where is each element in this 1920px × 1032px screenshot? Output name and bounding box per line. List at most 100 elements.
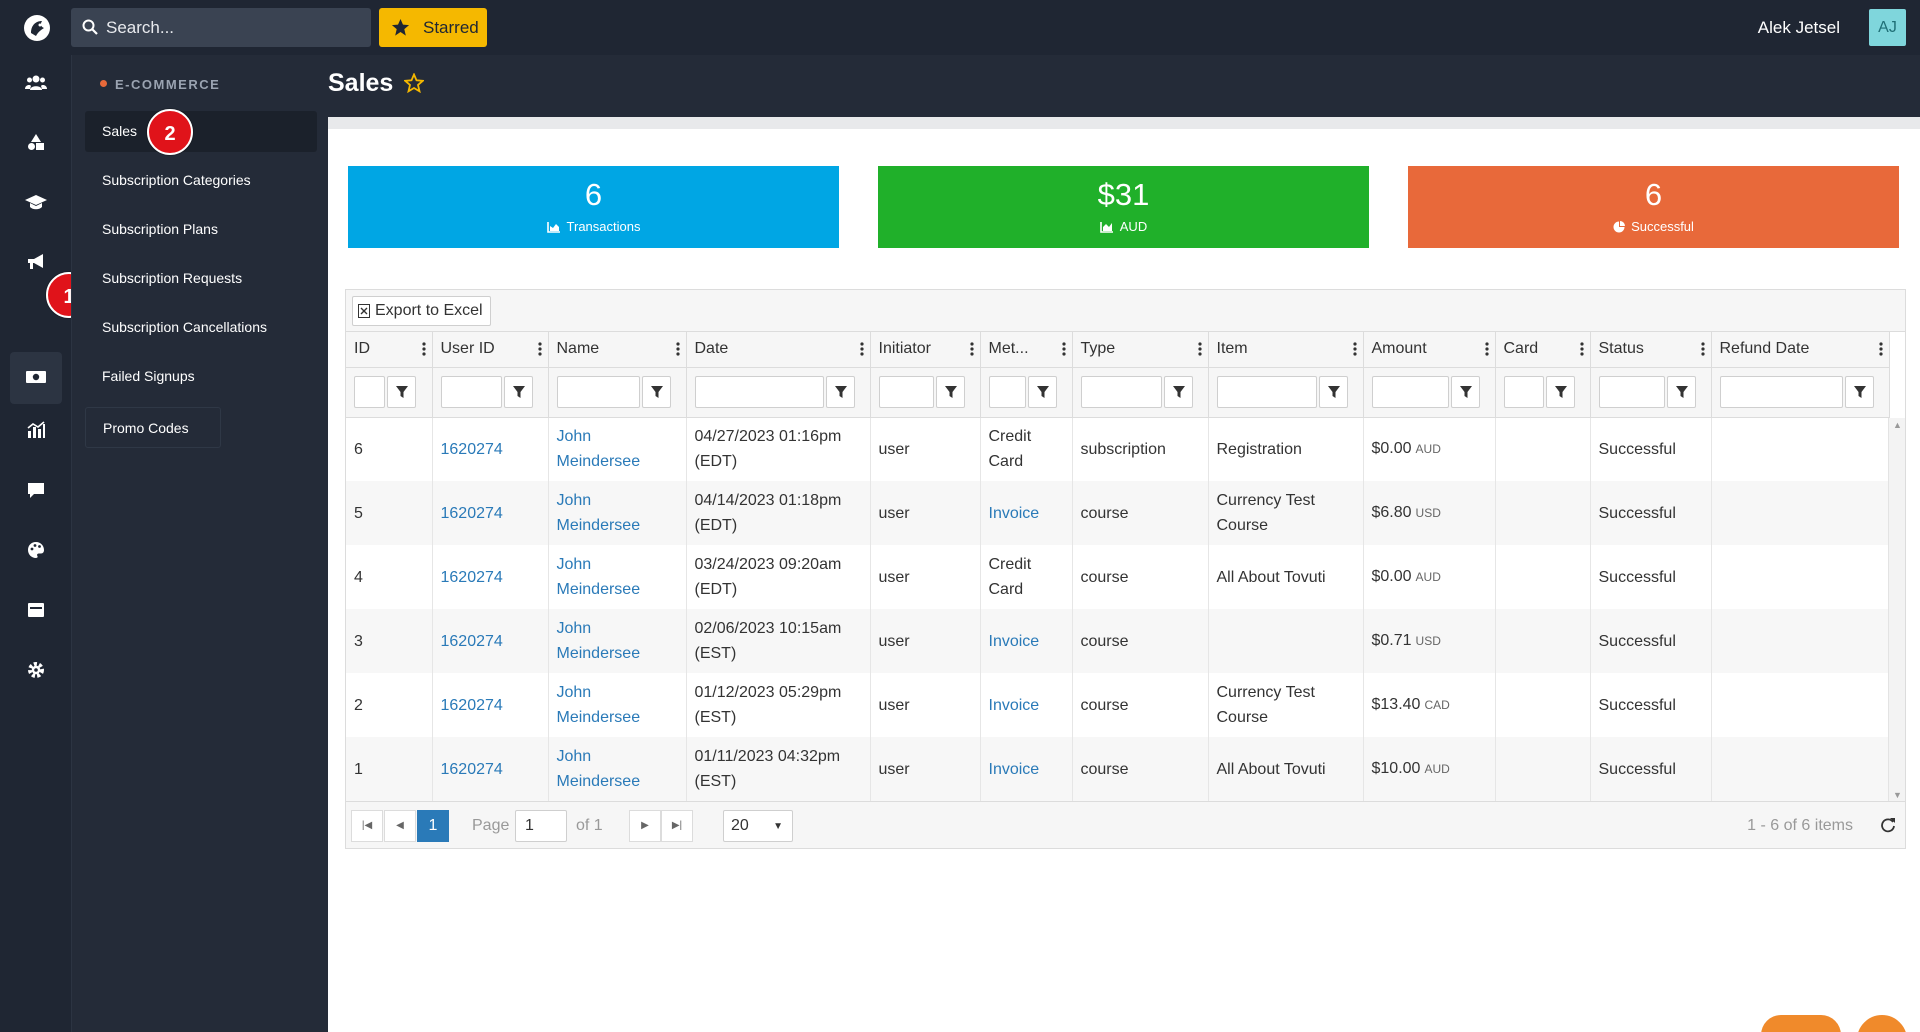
column-header[interactable]: Date: [686, 332, 871, 368]
cell-method[interactable]: Invoice: [980, 737, 1073, 801]
page-size-select[interactable]: 20 ▼: [723, 810, 793, 842]
table-row[interactable]: 3 1620274 John Meindersee 02/06/2023 10:15a…: [346, 609, 1890, 673]
window-icon[interactable]: [24, 598, 48, 622]
filter-button[interactable]: [1450, 376, 1480, 408]
cell-name[interactable]: John Meindersee: [548, 545, 687, 609]
last-page-button[interactable]: ▶|: [661, 810, 693, 842]
column-menu-icon[interactable]: [421, 342, 426, 356]
cell-name[interactable]: John Meindersee: [548, 481, 687, 545]
column-header[interactable]: User ID: [432, 332, 549, 368]
cell-name[interactable]: John Meindersee: [548, 737, 687, 801]
scroll-down-icon[interactable]: ▼: [1893, 790, 1902, 800]
money-icon[interactable]: [24, 365, 48, 389]
nav-item-subscription-cancellations[interactable]: Subscription Cancellations: [85, 307, 317, 348]
cell-user-id[interactable]: 1620274: [432, 545, 549, 609]
search-input[interactable]: Search...: [71, 8, 371, 47]
shapes-icon[interactable]: [24, 130, 48, 154]
nav-item-subscription-categories[interactable]: Subscription Categories: [85, 160, 317, 201]
column-menu-icon[interactable]: [1061, 342, 1066, 356]
column-header[interactable]: Card: [1495, 332, 1591, 368]
column-menu-icon[interactable]: [859, 342, 864, 356]
column-menu-icon[interactable]: [1700, 342, 1705, 356]
column-menu-icon[interactable]: [1579, 342, 1584, 356]
app-logo-icon[interactable]: [22, 13, 52, 43]
column-menu-icon[interactable]: [1878, 342, 1883, 356]
column-header[interactable]: Type: [1072, 332, 1209, 368]
filter-input[interactable]: [1216, 376, 1317, 408]
cell-user-id[interactable]: 1620274: [432, 737, 549, 801]
filter-input[interactable]: [354, 376, 385, 408]
cell-user-id[interactable]: 1620274: [432, 417, 549, 481]
prev-page-button[interactable]: ◀: [384, 810, 416, 842]
cell-user-id[interactable]: 1620274: [432, 481, 549, 545]
filter-input[interactable]: [556, 376, 640, 408]
filter-button[interactable]: [1027, 376, 1057, 408]
column-menu-icon[interactable]: [675, 342, 680, 356]
chat-icon[interactable]: [24, 478, 48, 502]
filter-input[interactable]: [1371, 376, 1449, 408]
nav-item-sales[interactable]: Sales: [85, 111, 317, 152]
filter-button[interactable]: [387, 376, 416, 408]
filter-input[interactable]: [1598, 376, 1665, 408]
table-row[interactable]: 5 1620274 John Meindersee 04/14/2023 01:18p…: [346, 481, 1890, 545]
cell-method[interactable]: Invoice: [980, 609, 1073, 673]
filter-input[interactable]: [1080, 376, 1162, 408]
next-page-button[interactable]: ▶: [629, 810, 661, 842]
vertical-scrollbar[interactable]: ▲ ▼: [1888, 418, 1905, 802]
column-header[interactable]: ID: [346, 332, 433, 368]
column-header[interactable]: Met...: [980, 332, 1073, 368]
column-header[interactable]: Status: [1590, 332, 1712, 368]
starred-button[interactable]: Starred: [379, 8, 487, 47]
cell-name[interactable]: John Meindersee: [548, 609, 687, 673]
gear-icon[interactable]: [24, 658, 48, 682]
palette-icon[interactable]: [24, 538, 48, 562]
cell-name[interactable]: John Meindersee: [548, 673, 687, 737]
favorite-star-icon[interactable]: [404, 73, 424, 93]
refresh-icon[interactable]: [1880, 817, 1896, 833]
column-menu-icon[interactable]: [1352, 342, 1357, 356]
column-header[interactable]: Name: [548, 332, 687, 368]
filter-input[interactable]: [878, 376, 934, 408]
page-input[interactable]: 1: [515, 810, 567, 842]
cell-user-id[interactable]: 1620274: [432, 673, 549, 737]
first-page-button[interactable]: |◀: [351, 810, 383, 842]
nav-item-subscription-requests[interactable]: Subscription Requests: [85, 258, 317, 299]
nav-item-subscription-plans[interactable]: Subscription Plans: [85, 209, 317, 250]
filter-button[interactable]: [1163, 376, 1193, 408]
column-menu-icon[interactable]: [969, 342, 974, 356]
filter-button[interactable]: [1545, 376, 1575, 408]
filter-button[interactable]: [825, 376, 855, 408]
cell-method[interactable]: Invoice: [980, 481, 1073, 545]
filter-input[interactable]: [694, 376, 824, 408]
filter-input[interactable]: [988, 376, 1026, 408]
column-header[interactable]: Initiator: [870, 332, 981, 368]
filter-button[interactable]: [503, 376, 533, 408]
filter-input[interactable]: [440, 376, 502, 408]
page-number-button[interactable]: 1: [417, 810, 449, 842]
help-button[interactable]: [1761, 1015, 1841, 1032]
filter-input[interactable]: [1719, 376, 1843, 408]
filter-button[interactable]: [935, 376, 965, 408]
users-icon[interactable]: [24, 70, 48, 94]
column-menu-icon[interactable]: [537, 342, 542, 356]
chart-icon[interactable]: [24, 418, 48, 442]
nav-item-promo-codes[interactable]: Promo Codes: [85, 407, 221, 448]
table-row[interactable]: 4 1620274 John Meindersee 03/24/2023 09:20a…: [346, 545, 1890, 609]
filter-input[interactable]: [1503, 376, 1544, 408]
cell-name[interactable]: John Meindersee: [548, 417, 687, 481]
nav-item-failed-signups[interactable]: Failed Signups: [85, 356, 317, 397]
cell-user-id[interactable]: 1620274: [432, 609, 549, 673]
column-header[interactable]: Item: [1208, 332, 1364, 368]
column-header[interactable]: Refund Date: [1711, 332, 1890, 368]
column-menu-icon[interactable]: [1484, 342, 1489, 356]
graduation-cap-icon[interactable]: [24, 190, 48, 214]
megaphone-icon[interactable]: [24, 250, 48, 274]
column-header[interactable]: Amount: [1363, 332, 1496, 368]
filter-button[interactable]: [641, 376, 671, 408]
avatar[interactable]: AJ: [1869, 9, 1906, 46]
export-excel-button[interactable]: Export to Excel: [352, 296, 491, 326]
filter-button[interactable]: [1666, 376, 1696, 408]
filter-button[interactable]: [1844, 376, 1874, 408]
table-row[interactable]: 2 1620274 John Meindersee 01/12/2023 05:29p…: [346, 673, 1890, 737]
scroll-up-icon[interactable]: ▲: [1893, 420, 1902, 430]
